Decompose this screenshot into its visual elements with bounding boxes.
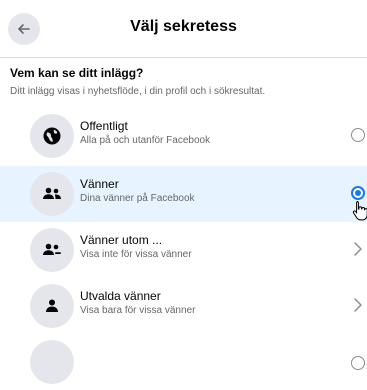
dialog-title: Välj sekretess — [130, 18, 237, 35]
globe-icon — [30, 114, 74, 158]
option-more[interactable] — [0, 334, 367, 390]
option-title: Vänner utom ... — [80, 233, 163, 247]
hand-cursor-icon — [352, 201, 367, 221]
option-friends[interactable]: Vänner Dina vänner på Facebook — [0, 166, 367, 222]
chevron-right-icon[interactable] — [352, 240, 364, 258]
option-title: Utvalda vänner — [80, 289, 161, 303]
friends-except-icon — [30, 228, 74, 272]
radio-friends[interactable] — [351, 186, 365, 200]
option-specific-friends[interactable]: Utvalda vänner Visa bara för vissa vänne… — [0, 278, 367, 334]
option-description: Dina vänner på Facebook — [80, 193, 195, 204]
option-description: Visa bara för vissa vänner — [80, 305, 196, 316]
option-friends-except[interactable]: Vänner utom ... Visa inte för vissa vänn… — [0, 222, 367, 278]
privacy-question: Vem kan se ditt inlägg? — [10, 66, 144, 80]
friends-icon — [30, 172, 74, 216]
option-icon — [30, 340, 74, 384]
option-description: Visa inte för vissa vänner — [80, 249, 192, 260]
option-title: Offentligt — [80, 119, 128, 133]
person-icon — [30, 284, 74, 328]
dialog-header: Välj sekretess — [0, 0, 367, 58]
privacy-subtitle: Ditt inlägg visas i nyhetsflöde, i din p… — [10, 86, 266, 97]
option-public[interactable]: Offentligt Alla på och utanför Facebook — [0, 108, 367, 164]
radio-more[interactable] — [351, 356, 365, 370]
radio-public[interactable] — [351, 128, 365, 142]
option-title: Vänner — [80, 177, 119, 191]
option-description: Alla på och utanför Facebook — [80, 135, 211, 146]
chevron-right-icon[interactable] — [352, 296, 364, 314]
